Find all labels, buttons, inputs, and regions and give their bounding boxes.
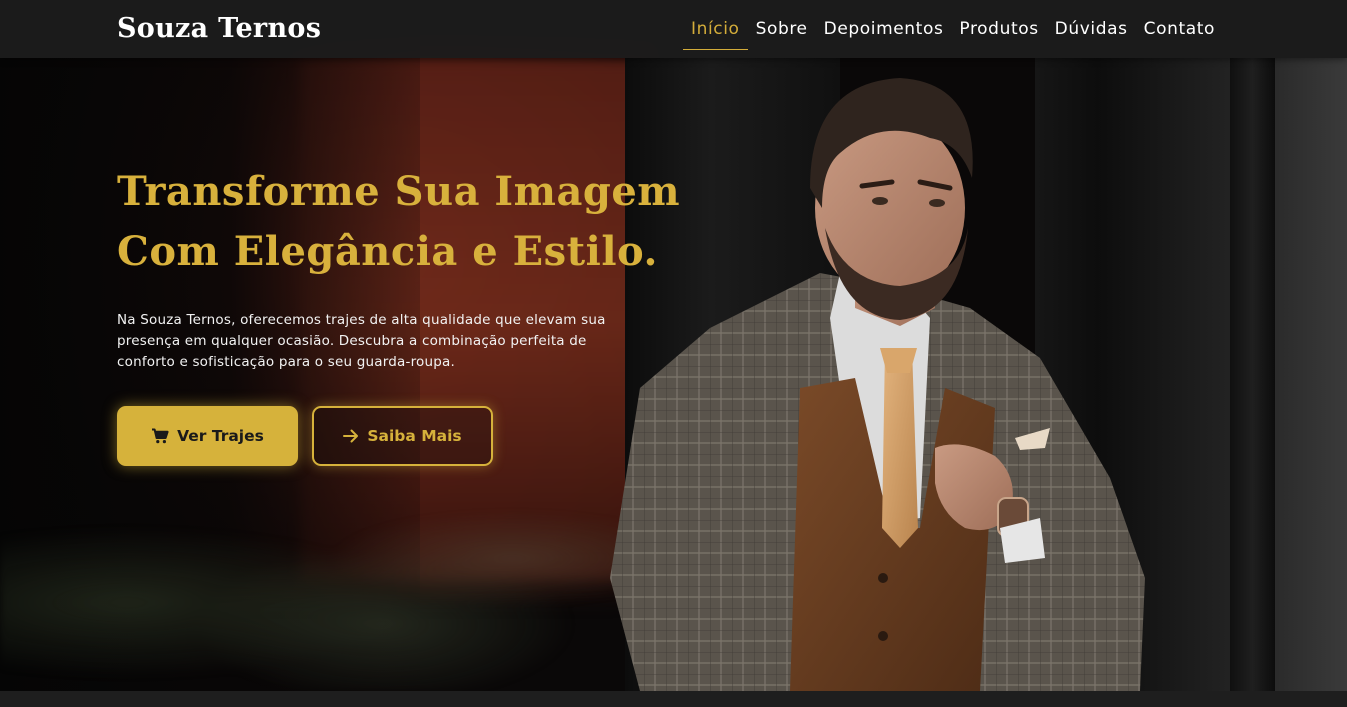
hero-description: Na Souza Ternos, oferecemos trajes de al… xyxy=(117,312,606,370)
nav-item-sobre[interactable]: Sobre xyxy=(748,0,816,58)
hero-headline-line-1: Transforme Sua Imagem xyxy=(117,168,681,215)
hero-image-man-in-suit xyxy=(610,78,1145,691)
nav-item-depoimentos[interactable]: Depoimentos xyxy=(816,0,952,58)
brand-logo[interactable]: Souza Ternos xyxy=(117,10,321,48)
learn-more-label: Saiba Mais xyxy=(367,427,462,445)
main-nav: Início Sobre Depoimentos Produtos Dúvida… xyxy=(682,0,1223,58)
hero-content: Transforme Sua Imagem Com Elegância e Es… xyxy=(117,162,681,466)
nav-item-duvidas[interactable]: Dúvidas xyxy=(1047,0,1136,58)
navbar: Souza Ternos Início Sobre Depoimentos Pr… xyxy=(0,0,1347,58)
learn-more-button[interactable]: Saiba Mais xyxy=(312,406,493,466)
nav-item-inicio[interactable]: Início xyxy=(682,0,748,58)
hero-headline: Transforme Sua Imagem Com Elegância e Es… xyxy=(117,162,681,282)
hero-buttons: Ver Trajes Saiba Mais xyxy=(117,406,677,466)
hero-headline-line-2: Com Elegância e Estilo. xyxy=(117,228,658,275)
page: Transforme Sua Imagem Com Elegância e Es… xyxy=(0,0,1347,707)
hero-section: Transforme Sua Imagem Com Elegância e Es… xyxy=(0,0,1347,691)
nav-item-produtos[interactable]: Produtos xyxy=(951,0,1046,58)
cart-icon xyxy=(152,428,169,444)
background-pillar xyxy=(1230,58,1275,691)
arrow-right-icon xyxy=(343,429,359,443)
nav-item-contato[interactable]: Contato xyxy=(1136,0,1223,58)
view-suits-button[interactable]: Ver Trajes xyxy=(117,406,298,466)
background-plants xyxy=(0,470,640,691)
view-suits-label: Ver Trajes xyxy=(177,427,264,445)
next-section-edge xyxy=(0,691,1347,707)
